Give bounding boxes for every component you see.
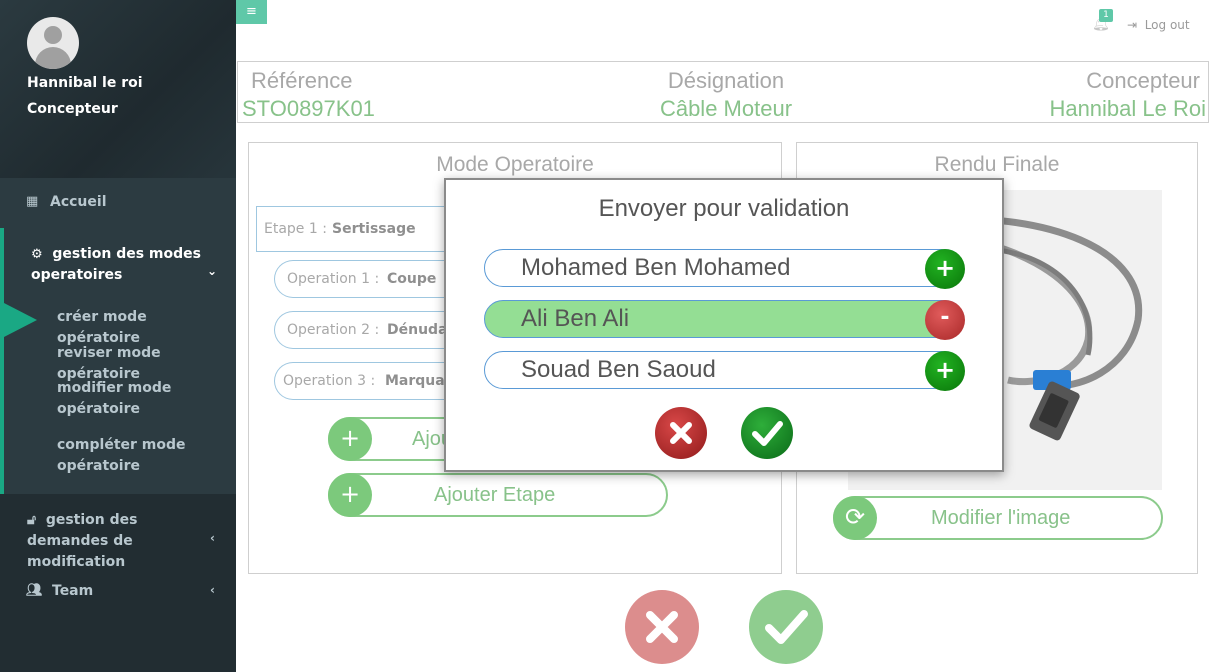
reference-label: Référence xyxy=(251,68,353,93)
reference-block: Référence STO0897K01 xyxy=(242,68,375,122)
step-value: Sertissage xyxy=(332,221,416,237)
sidebar-item-team[interactable]: 👥︎ Team ‹ xyxy=(0,570,236,610)
minus-icon: - xyxy=(940,305,950,330)
add-step-button[interactable]: + Ajouter Etape xyxy=(328,473,668,517)
gears-icon: ⚙ xyxy=(31,247,43,262)
menu-icon: ≡ xyxy=(246,4,257,19)
concepteur-block: Concepteur Hannibal Le Roi xyxy=(1049,68,1206,122)
submenu-completer[interactable]: compléter mode opératoire xyxy=(57,435,232,477)
reference-value: STO0897K01 xyxy=(242,96,375,121)
panel-title: Mode Operatoire xyxy=(436,153,594,176)
operation-label: Operation 1 : xyxy=(287,271,380,287)
plus-icon: + xyxy=(934,356,956,384)
operation-item[interactable]: Operation 2 : Dénudage xyxy=(274,311,456,349)
sidebar-item-label: 🔓︎ gestion des demandes de modification xyxy=(27,512,138,570)
designation-label: Désignation xyxy=(667,68,785,93)
save-button[interactable] xyxy=(749,590,823,664)
sign-out-icon: ⇥ xyxy=(1127,18,1138,32)
sidebar-item-accueil[interactable]: ▦ Accueil xyxy=(0,178,236,228)
validator-row-ali[interactable]: Ali Ben Ali - xyxy=(484,300,965,340)
validation-modal: Envoyer pour validation Mohamed Ben Moha… xyxy=(444,178,1004,472)
panel-title: Rendu Finale xyxy=(934,153,1060,176)
sidebar: Hannibal le roi Concepteur ▦ Accueil ⚙ g… xyxy=(0,0,236,672)
chevron-left-icon: ‹ xyxy=(210,531,215,545)
plus-icon: + xyxy=(328,473,372,517)
unlock-icon: 🔓︎ xyxy=(27,512,37,528)
concepteur-label: Concepteur xyxy=(1086,68,1200,93)
remove-validator-button[interactable]: - xyxy=(925,300,965,340)
validator-name: Ali Ben Ali xyxy=(521,305,630,332)
sidebar-item-label: ⚙ gestion des modes operatoires xyxy=(31,246,201,283)
user-role: Concepteur xyxy=(27,101,118,117)
operation-value: Coupe xyxy=(387,271,437,287)
chevron-left-icon: ‹ xyxy=(210,583,215,597)
validator-row-mohamed[interactable]: Mohamed Ben Mohamed + xyxy=(484,249,965,289)
notification-badge: 1 xyxy=(1099,9,1113,22)
concepteur-value: Hannibal Le Roi xyxy=(1049,96,1206,121)
plus-icon: + xyxy=(328,417,372,461)
sidebar-item-gestion-demandes[interactable]: 🔓︎ gestion des demandes de modification … xyxy=(0,500,236,570)
dashboard-icon: ▦ xyxy=(26,194,39,209)
sidebar-item-label: Team xyxy=(52,583,94,599)
validator-row-souad[interactable]: Souad Ben Saoud + xyxy=(484,351,965,391)
plus-icon: + xyxy=(934,254,956,282)
modal-title: Envoyer pour validation xyxy=(598,195,850,222)
validator-name: Mohamed Ben Mohamed xyxy=(521,254,791,281)
step-label: Etape 1 : xyxy=(264,221,327,237)
add-step-label: Ajouter Etape xyxy=(434,484,556,506)
sidebar-item-label: Accueil xyxy=(50,194,107,210)
check-icon xyxy=(752,421,783,446)
modal-confirm-button[interactable] xyxy=(741,407,793,459)
add-validator-button[interactable]: + xyxy=(925,351,965,391)
product-info-header: Référence STO0897K01 Désignation Câble M… xyxy=(237,61,1209,123)
user-panel: Hannibal le roi Concepteur xyxy=(0,0,236,178)
operation-item[interactable]: Operation 3 : Marquage xyxy=(274,362,456,400)
active-indicator xyxy=(4,303,37,337)
modify-image-label: Modifier l'image xyxy=(931,507,1071,529)
cancel-button[interactable] xyxy=(625,590,699,664)
logout-link[interactable]: ⇥ Log out xyxy=(1127,18,1190,32)
add-validator-button[interactable]: + xyxy=(925,249,965,289)
step-item[interactable]: Etape 1 : Sertissage xyxy=(256,206,456,252)
modify-image-button[interactable]: ⟳ Modifier l'image xyxy=(833,496,1163,540)
operation-label: Operation 3 : xyxy=(283,373,376,389)
designation-value: Câble Moteur xyxy=(659,96,793,121)
refresh-icon: ⟳ xyxy=(833,496,877,540)
users-icon: 👥︎ xyxy=(26,583,43,598)
submenu-modifier[interactable]: modifier mode opératoire xyxy=(57,378,232,420)
avatar xyxy=(27,17,79,69)
operation-item[interactable]: Operation 1 : Coupe xyxy=(274,260,456,298)
designation-block: Désignation Câble Moteur xyxy=(658,68,794,122)
user-name: Hannibal le roi xyxy=(27,75,143,91)
close-icon xyxy=(670,422,692,444)
sidebar-toggle-button[interactable]: ≡ xyxy=(236,0,267,24)
modal-cancel-button[interactable] xyxy=(655,407,707,459)
close-icon xyxy=(646,611,678,643)
chevron-down-icon: ⌄ xyxy=(207,264,218,278)
operation-label: Operation 2 : xyxy=(287,322,380,338)
validator-name: Souad Ben Saoud xyxy=(521,356,716,383)
check-icon xyxy=(765,610,808,644)
